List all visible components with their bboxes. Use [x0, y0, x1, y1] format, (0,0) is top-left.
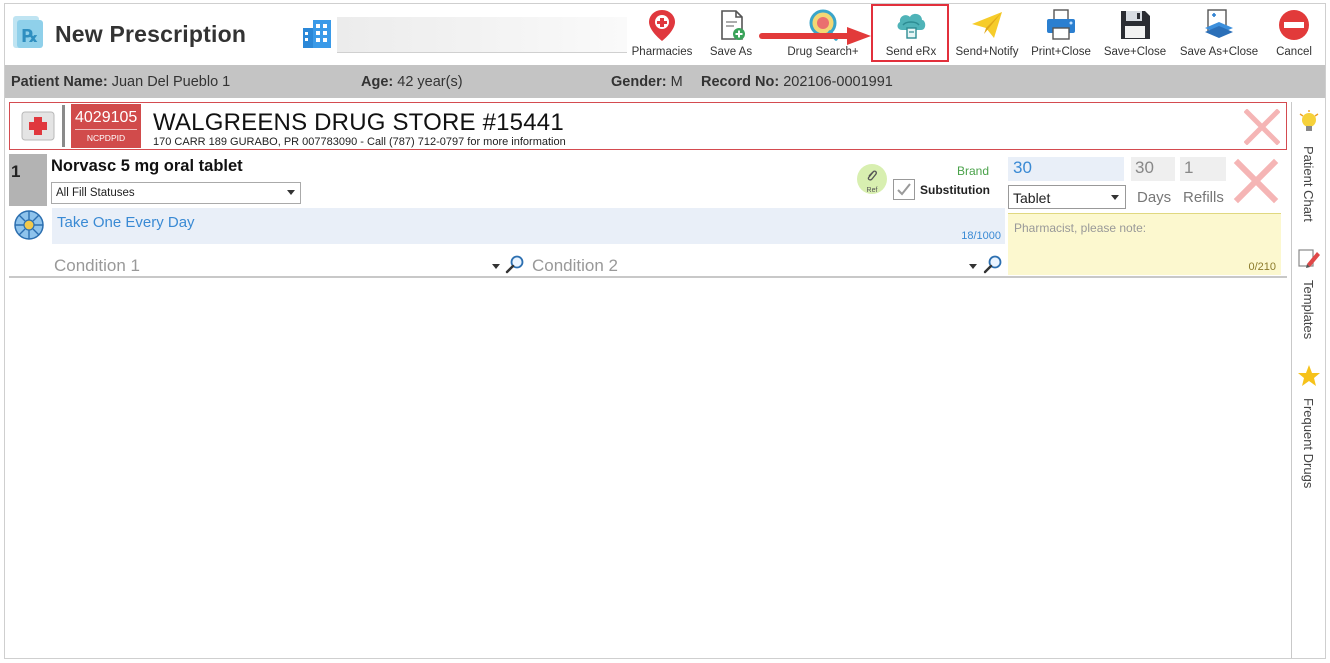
sig-input[interactable]: Take One Every Day 18/1000: [52, 208, 1005, 244]
prescription-item: 1 Norvasc 5 mg oral tablet All Fill Stat…: [9, 152, 1287, 278]
prescription-window: ℞ New Prescription Pharmacies Save As Dr…: [4, 3, 1326, 659]
send-erx-highlight: [871, 4, 949, 62]
fill-status-dropdown[interactable]: All Fill Statuses: [51, 182, 301, 204]
printer-icon: [1047, 9, 1075, 40]
chevron-down-icon: [1111, 195, 1119, 200]
record-no-value: 202106-0001991: [783, 74, 893, 90]
selected-pharmacy: 4029105 NCPDPID WALGREENS DRUG STORE #15…: [9, 102, 1287, 150]
frequent-drugs-label: Frequent Drugs: [1301, 398, 1316, 489]
pharmacist-note-placeholder: Pharmacist, please note:: [1014, 221, 1147, 235]
save-close-label: Save+Close: [1103, 46, 1167, 58]
unit-value: Tablet: [1013, 190, 1051, 206]
sig-char-count: 18/1000: [961, 230, 1001, 242]
ncpdp-label: NCPDPID: [86, 133, 126, 143]
substitution-checkbox[interactable]: [893, 179, 915, 200]
send-notify-button[interactable]: Send+Notify: [951, 6, 1023, 62]
gender-label: Gender:: [611, 74, 667, 90]
condition-2-input[interactable]: Condition 2: [532, 256, 618, 276]
patient-name-value: Juan Del Pueblo 1: [111, 74, 231, 90]
checkmark-icon: [897, 183, 911, 196]
pharmacist-note-input[interactable]: Pharmacist, please note: 0/210: [1008, 213, 1281, 275]
document-stack-icon: [1205, 9, 1233, 38]
note-char-count: 0/210: [1248, 261, 1276, 273]
save-as-button[interactable]: Save As: [705, 6, 757, 62]
gender-value: M: [670, 74, 683, 90]
red-arrow-icon: [759, 27, 871, 45]
ref-label: Ref: [866, 187, 878, 194]
map-pin-icon: [649, 10, 675, 41]
chevron-down-icon: [287, 190, 295, 195]
lightbulb-icon: [1299, 110, 1319, 131]
pharmacies-button[interactable]: Pharmacies: [631, 6, 693, 62]
fill-status-value: All Fill Statuses: [56, 187, 135, 199]
side-tab-templates[interactable]: Templates: [1292, 246, 1326, 346]
cancel-label: Cancel: [1276, 46, 1312, 58]
send-notify-label: Send+Notify: [955, 46, 1019, 58]
pharmacy-icon: [21, 111, 55, 141]
patient-info-bar: Patient Name: Juan Del Pueblo 1 Age: 42 …: [5, 65, 1325, 98]
days-input[interactable]: 30: [1131, 157, 1175, 181]
record-no-field: Record No: 202106-0001991: [701, 74, 893, 90]
ncpdp-id: 4029105: [75, 109, 137, 130]
side-tab-patient-chart[interactable]: Patient Chart: [1292, 110, 1326, 230]
patient-gender-field: Gender: M: [611, 74, 683, 90]
print-close-button[interactable]: Print+Close: [1029, 6, 1093, 62]
save-as-label: Save As: [709, 46, 753, 58]
floppy-icon: [1121, 11, 1150, 39]
header: ℞ New Prescription Pharmacies Save As Dr…: [5, 4, 1325, 64]
unit-dropdown[interactable]: Tablet: [1008, 185, 1126, 209]
sig-text: Take One Every Day: [57, 214, 195, 231]
refills-input[interactable]: 1: [1180, 157, 1226, 181]
record-no-label: Record No:: [701, 74, 780, 90]
row-number: 1: [9, 154, 47, 206]
save-as-close-label: Save As+Close: [1179, 46, 1259, 58]
quantity-input[interactable]: 30: [1008, 157, 1124, 181]
drug-search-label: Drug Search+: [787, 46, 859, 58]
days-label: Days: [1137, 189, 1172, 206]
svg-text:℞: ℞: [22, 26, 38, 47]
pharmacies-label: Pharmacies: [631, 46, 693, 58]
age-label: Age:: [361, 74, 394, 90]
document-add-icon: [721, 10, 745, 40]
patient-name-label: Patient Name:: [11, 74, 108, 90]
condition-2-search-icon[interactable]: [983, 254, 1003, 274]
page-title: New Prescription: [55, 21, 247, 47]
refills-label: Refills: [1183, 189, 1224, 206]
drug-name[interactable]: Norvasc 5 mg oral tablet: [51, 157, 243, 176]
side-tab-frequent-drugs[interactable]: Frequent Drugs: [1292, 364, 1326, 504]
condition-1-chevron-icon[interactable]: [492, 264, 500, 269]
cancel-button[interactable]: Cancel: [1271, 6, 1317, 62]
ncpdp-badge: 4029105 NCPDPID: [71, 104, 141, 148]
no-entry-icon: [1279, 10, 1309, 40]
save-close-button[interactable]: Save+Close: [1103, 6, 1167, 62]
pharmacy-address: 170 CARR 189 GURABO, PR 007783090 - Call…: [153, 136, 566, 148]
pencil-icon: [1298, 249, 1320, 268]
templates-label: Templates: [1301, 280, 1316, 340]
side-panel: Patient Chart Templates Frequent Drugs: [1291, 102, 1325, 658]
save-as-close-button[interactable]: Save As+Close: [1177, 6, 1261, 62]
pharmacy-divider: [62, 105, 65, 147]
patient-name-field: Patient Name: Juan Del Pueblo 1: [11, 74, 230, 90]
patient-chart-label: Patient Chart: [1301, 146, 1316, 222]
clinic-building-icon[interactable]: [301, 18, 333, 50]
brand-label: Brand: [957, 164, 990, 178]
patient-age-field: Age: 42 year(s): [361, 74, 463, 90]
clinic-field[interactable]: [337, 17, 627, 53]
print-close-label: Print+Close: [1031, 46, 1091, 58]
remove-pharmacy-icon[interactable]: [1244, 109, 1280, 145]
sig-wheel-icon[interactable]: [13, 209, 45, 241]
condition-1-input[interactable]: Condition 1: [54, 256, 140, 276]
remove-drug-icon[interactable]: [1233, 158, 1279, 204]
substitution-label: Substitution: [920, 183, 990, 197]
condition-2-chevron-icon[interactable]: [969, 264, 977, 269]
paperclip-icon: [867, 170, 877, 181]
star-icon: [1298, 365, 1320, 386]
age-value: 42 year(s): [397, 74, 463, 90]
pharmacy-name: WALGREENS DRUG STORE #15441: [153, 109, 564, 136]
prescription-logo-icon: ℞: [13, 16, 43, 48]
paper-plane-icon: [972, 12, 1002, 38]
condition-1-search-icon[interactable]: [505, 254, 525, 274]
reference-button[interactable]: Ref: [857, 164, 887, 194]
